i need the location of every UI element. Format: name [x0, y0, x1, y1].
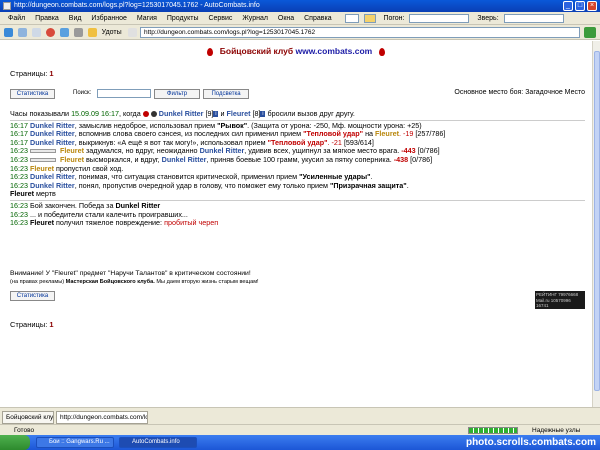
refresh-icon[interactable] [59, 27, 69, 37]
search-label: Поиск: [73, 90, 92, 96]
favorites-label[interactable]: Удоты [102, 29, 122, 36]
taskbar-item-autocombats[interactable]: AutoCombats.info [119, 437, 197, 448]
blood-drop-icon [378, 47, 385, 56]
close-icon[interactable]: × [587, 1, 597, 11]
group-select[interactable] [409, 13, 470, 23]
menu-products[interactable]: Продукты [167, 15, 199, 22]
menu-magic[interactable]: Магия [137, 15, 157, 22]
stop-icon[interactable] [45, 27, 55, 37]
workshop-link[interactable]: Мастерская Бойцовского клуба. [66, 279, 155, 285]
search-input[interactable] [97, 89, 151, 98]
address-bar[interactable]: http://dungeon.combats.com/logs.pl?log=1… [140, 27, 580, 38]
log-controls: Статистика Поиск: Фильтр Подсветка Основ… [10, 88, 585, 100]
player-name[interactable]: Dunkel Ritter [162, 155, 207, 164]
player-name[interactable]: Fleuret [10, 189, 34, 199]
menu-service[interactable]: Сервис [208, 15, 232, 22]
start-button[interactable] [0, 435, 30, 450]
pagination-bottom: Страницы: 1 [10, 320, 54, 329]
beast-select[interactable] [503, 13, 564, 23]
item-warning: Внимание! У "Fleuret" предмет "Наручи Та… [10, 270, 251, 277]
stats-button[interactable]: Статистика [10, 89, 55, 99]
status-text: Готово [14, 427, 35, 434]
scrollbar-thumb[interactable] [594, 51, 600, 391]
player-link[interactable]: Dunkel Ritter [159, 109, 204, 118]
intro-time: 15.09.09 16:17 [71, 109, 120, 118]
dropdown-icon[interactable] [31, 27, 41, 37]
site-title-text: Бойцовский клуб [219, 46, 294, 56]
menu-combo-small[interactable] [344, 13, 359, 23]
log-intro: Часы показывали 15.09.09 16:17, когда Du… [10, 109, 355, 118]
menu-journal[interactable]: Журнал [242, 15, 268, 22]
footer-note: Внимание! У "Fleuret" предмет "Наручи Та… [10, 270, 259, 286]
menu-edit[interactable]: Правка [35, 15, 59, 22]
beast-label: Зверь: [477, 15, 499, 22]
page-number[interactable]: 1 [49, 320, 53, 329]
go-button[interactable] [584, 27, 596, 38]
menu-help[interactable]: Справка [304, 15, 331, 22]
info-icon[interactable]: i [213, 111, 219, 118]
injury-text: пробитый череп [164, 218, 219, 228]
window-title-bar: http://dungeon.combats.com/logs.pl?log=1… [0, 0, 600, 12]
hp-bar [30, 158, 56, 163]
window-title: http://dungeon.combats.com/logs.pl?log=1… [14, 2, 260, 9]
nav-toolbar: Удоты http://dungeon.combats.com/logs.pl… [0, 25, 600, 40]
highlight-button[interactable]: Подсветка [203, 89, 249, 99]
site-title: Бойцовский клуб www.combats.com [0, 46, 592, 56]
battle-location: Основное место боя: Загадочное Место [454, 89, 585, 96]
favorites-star-icon[interactable] [87, 27, 97, 37]
ad-line: (на правах рекламы) Мастерская Бойцовско… [10, 279, 259, 285]
smiley-icon[interactable] [363, 13, 376, 23]
menu-file[interactable]: Файл [8, 15, 25, 22]
page-content: Бойцовский клуб www.combats.com Страницы… [0, 41, 592, 407]
player-name[interactable]: Fleuret [375, 129, 399, 138]
pages-label: Страницы: [10, 69, 48, 78]
menu-favorites[interactable]: Избранное [91, 15, 126, 22]
vertical-scrollbar[interactable] [592, 41, 600, 407]
group-label: Погон: [383, 15, 405, 22]
maximize-icon[interactable]: □ [575, 1, 585, 11]
clan-icon [150, 111, 157, 118]
filter-button[interactable]: Фильтр [154, 89, 200, 99]
tools-icon[interactable] [73, 27, 83, 37]
forward-icon[interactable] [17, 27, 27, 37]
watermark: photo.scrolls.combats.com [465, 437, 596, 448]
tab-log-page[interactable]: http://dungeon.combats.com/lo... [56, 411, 148, 424]
blood-drop-icon [207, 47, 214, 56]
page-icon[interactable] [127, 27, 137, 37]
skill-name: "Призрачная защита" [329, 180, 407, 190]
info-icon[interactable]: i [260, 111, 266, 118]
menu-bar: Файл Правка Вид Избранное Магия Продукты… [0, 12, 600, 25]
back-icon[interactable] [4, 27, 13, 37]
hp-bar [30, 149, 56, 154]
status-bar: Готово Надежные узлы [0, 424, 600, 435]
tab-combats-club[interactable]: Бойцовский клуб [2, 411, 54, 424]
taskbar: Бои :: Gangwars.Ru ... AutoCombats.info … [0, 435, 600, 450]
rating-counter-badge[interactable]: РЕЙТИНГ 79976668 Mail.ru 10570996 16741 [535, 291, 585, 309]
log-line: Fleuret мертв [10, 189, 56, 199]
alignment-icon [142, 111, 149, 118]
log-line: 16:23 Dunkel Ritter, понял, пропустив оч… [10, 180, 409, 190]
menu-view[interactable]: Вид [69, 15, 82, 22]
page-number[interactable]: 1 [49, 69, 53, 78]
pagination-top: Страницы: 1 [10, 69, 54, 78]
battle-log: Часы показывали 15.09.09 16:17, когда Du… [10, 109, 585, 228]
site-url-link[interactable]: www.combats.com [296, 46, 373, 56]
minimize-icon[interactable]: _ [563, 1, 573, 11]
player-link[interactable]: Fleuret [227, 109, 251, 118]
browser-icon [3, 2, 11, 10]
log-end-line: 16:23 Fleuret получил тяжелое повреждени… [10, 218, 219, 228]
player-name[interactable]: Fleuret [30, 218, 54, 227]
page-load-progress [468, 427, 518, 434]
stats-button-bottom[interactable]: Статистика [10, 291, 55, 301]
pages-label: Страницы: [10, 320, 48, 329]
menu-windows[interactable]: Окна [278, 15, 294, 22]
taskbar-item-gangwars[interactable]: Бои :: Gangwars.Ru ... [36, 437, 114, 448]
tab-strip: Бойцовский клуб http://dungeon.combats.c… [0, 407, 600, 424]
